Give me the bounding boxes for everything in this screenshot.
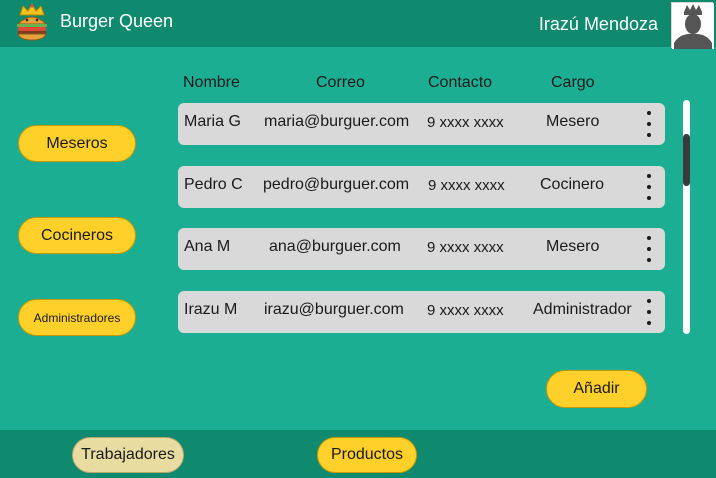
filter-cocineros-button[interactable]: Cocineros <box>18 217 136 254</box>
table-row[interactable]: Ana M ana@burguer.com 9 xxxx xxxx Mesero <box>178 228 665 270</box>
filter-meseros-button[interactable]: Meseros <box>18 125 136 162</box>
cell-cargo: Mesero <box>546 238 600 255</box>
user-crown-avatar-icon[interactable] <box>671 2 714 49</box>
more-options-icon[interactable] <box>645 111 653 137</box>
user-name: Irazú Mendoza <box>538 14 658 34</box>
more-options-icon[interactable] <box>645 299 653 325</box>
tab-productos[interactable]: Productos <box>317 437 417 473</box>
cell-correo: pedro@burguer.com <box>263 176 410 193</box>
column-header-contacto: Contacto <box>428 74 493 91</box>
cell-cargo: Cocinero <box>540 176 605 193</box>
column-header-nombre: Nombre <box>183 74 240 91</box>
cell-contacto: 9 xxxx xxxx <box>427 302 504 319</box>
cell-contacto: 9 xxxx xxxx <box>427 239 504 256</box>
app-title: Burger Queen <box>60 11 174 31</box>
more-options-icon[interactable] <box>645 174 653 200</box>
table-row[interactable]: Pedro C pedro@burguer.com 9 xxxx xxxx Co… <box>178 166 665 208</box>
column-header-cargo: Cargo <box>551 74 595 91</box>
column-header-correo: Correo <box>316 74 365 91</box>
cell-correo: maria@burguer.com <box>264 113 410 130</box>
scrollbar[interactable] <box>683 100 690 334</box>
table-row[interactable]: Maria G maria@burguer.com 9 xxxx xxxx Me… <box>178 103 665 145</box>
filter-administradores-button[interactable]: Administradores <box>18 299 136 336</box>
cell-correo: irazu@burguer.com <box>264 301 404 318</box>
cell-contacto: 9 xxxx xxxx <box>427 114 504 131</box>
scrollbar-thumb[interactable] <box>683 134 690 186</box>
cell-cargo: Mesero <box>546 113 600 130</box>
cell-cargo: Administrador <box>533 301 632 318</box>
cell-correo: ana@burguer.com <box>269 238 401 255</box>
cell-contacto: 9 xxxx xxxx <box>428 177 505 194</box>
cell-nombre: Ana M <box>184 238 231 255</box>
add-button[interactable]: Añadir <box>546 370 647 408</box>
table-row[interactable]: Irazu M irazu@burguer.com 9 xxxx xxxx Ad… <box>178 291 665 333</box>
cell-nombre: Irazu M <box>184 301 238 318</box>
tab-trabajadores[interactable]: Trabajadores <box>72 437 184 473</box>
burger-crown-icon <box>14 2 50 42</box>
cell-nombre: Maria G <box>184 113 241 130</box>
more-options-icon[interactable] <box>645 236 653 262</box>
cell-nombre: Pedro C <box>184 176 243 193</box>
